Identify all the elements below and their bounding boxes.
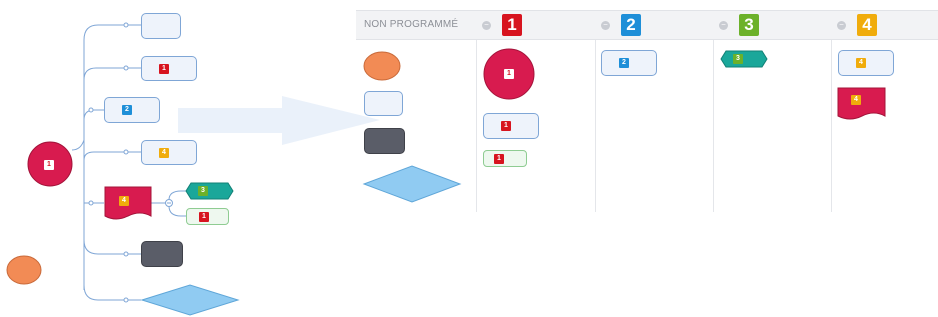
column-body-priority-3 [713, 40, 831, 212]
priority-1-icon: 1 [494, 154, 504, 164]
collapse-icon[interactable]: − [719, 21, 728, 30]
priority-1-icon: 1 [44, 160, 54, 170]
priority-4-icon: 4 [856, 58, 866, 68]
priority-board: NON PROGRAMMÉ − 1 − 2 − 3 − 4 [356, 0, 938, 215]
connector-dot [123, 149, 129, 155]
priority-4-icon: 4 [119, 196, 129, 206]
priority-1-icon: 1 [199, 212, 209, 222]
priority-2-icon: 2 [122, 105, 132, 115]
priority-1-icon: 1 [159, 64, 169, 74]
collapse-icon[interactable]: − [837, 21, 846, 30]
priority-3-icon: 3 [198, 186, 208, 196]
diamond-topic[interactable] [140, 284, 240, 316]
priority-4-icon: 4 [851, 95, 861, 105]
column-header-priority-2[interactable]: − 2 [595, 10, 713, 40]
column-header-priority-4[interactable]: − 4 [831, 10, 938, 40]
connector-dot [88, 107, 94, 113]
column-header-priority-3[interactable]: − 3 [713, 10, 831, 40]
trunk-connector [71, 139, 85, 151]
branch-topic-priority-4[interactable]: 4 [141, 140, 197, 165]
connector-dot [123, 297, 129, 303]
connector-dot [123, 251, 129, 257]
priority-2-icon: 2 [621, 14, 641, 36]
floating-orange-topic[interactable] [6, 255, 42, 285]
card-priority-2-box[interactable]: 2 [601, 50, 657, 76]
priority-1-icon: 1 [502, 14, 522, 36]
priority-3-icon: 3 [733, 54, 743, 64]
priority-4-icon: 4 [159, 148, 169, 158]
branch-topic-priority-1[interactable]: 1 [141, 56, 197, 81]
priority-4-icon: 4 [857, 14, 877, 36]
dark-topic[interactable] [141, 241, 183, 267]
card-blank-box[interactable] [364, 91, 403, 116]
connector-dot [123, 22, 129, 28]
card-priority-1-box[interactable]: 1 [483, 113, 539, 139]
priority-1-icon: 1 [504, 69, 514, 79]
branch-topic-priority-2[interactable]: 2 [104, 97, 160, 123]
column-header-priority-1[interactable]: − 1 [476, 10, 595, 40]
sub-topic-priority-1[interactable]: 1 [186, 208, 229, 225]
hexagon-topic[interactable] [185, 182, 234, 200]
connector-dot [88, 200, 94, 206]
priority-1-icon: 1 [501, 121, 511, 131]
collapse-icon[interactable]: − [601, 21, 610, 30]
column-title: NON PROGRAMMÉ [364, 19, 459, 30]
column-header-unscheduled[interactable]: NON PROGRAMMÉ [356, 10, 476, 40]
priority-3-icon: 3 [739, 14, 759, 36]
card-priority-1-green[interactable]: 1 [483, 150, 527, 167]
card-dark-box[interactable] [364, 128, 405, 154]
card-priority-4-box[interactable]: 4 [838, 50, 894, 76]
transform-arrow-icon [178, 96, 380, 145]
priority-2-icon: 2 [619, 58, 629, 68]
column-body-unscheduled [356, 40, 476, 212]
collapse-icon[interactable]: − [482, 21, 491, 30]
connector-dot [123, 65, 129, 71]
branch-topic-blank[interactable] [141, 13, 181, 39]
